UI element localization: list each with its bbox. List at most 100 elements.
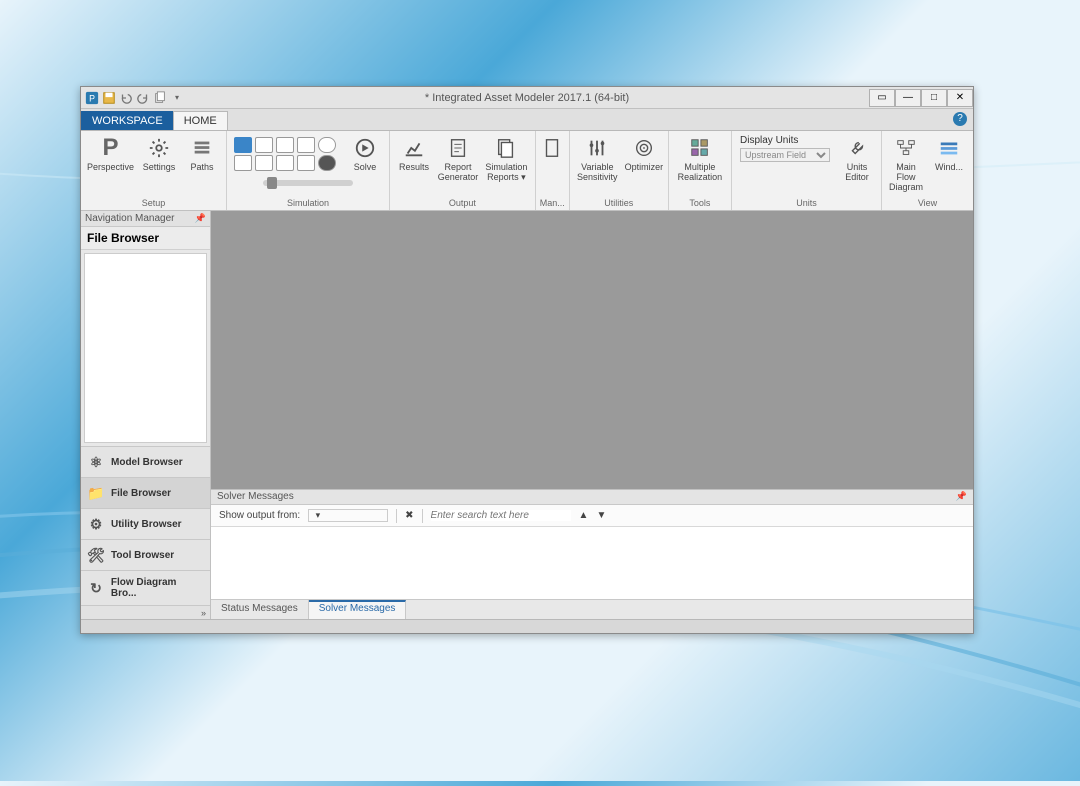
results-label: Results: [399, 163, 429, 173]
file-tree[interactable]: [84, 253, 207, 443]
nav-title: File Browser: [81, 227, 210, 250]
gear-icon: [146, 135, 172, 161]
wind-button[interactable]: Wind...: [929, 133, 969, 175]
output-dropdown[interactable]: ▾: [308, 509, 388, 522]
nav-item-utility-browser[interactable]: ⚙ Utility Browser: [81, 508, 210, 539]
qat-redo-icon[interactable]: [136, 91, 150, 105]
report-gen-label: Report Generator: [438, 163, 479, 183]
settings-label: Settings: [143, 163, 176, 173]
man-button[interactable]: [537, 133, 567, 163]
nav-item-flow-diagram-browser[interactable]: ↻ Flow Diagram Bro...: [81, 570, 210, 605]
qat-save-icon[interactable]: [102, 91, 116, 105]
solver-toolbar: Show output from: ▾ ✖ ▲ ▼: [211, 505, 973, 527]
tab-home[interactable]: HOME: [173, 111, 228, 130]
tools-icon: 🛠: [87, 546, 105, 564]
wind-label: Wind...: [935, 163, 963, 173]
nav-item-label: Utility Browser: [111, 519, 182, 530]
group-label-simulation: Simulation: [287, 197, 329, 210]
windows-icon: [936, 135, 962, 161]
maximize-button[interactable]: □: [921, 89, 947, 107]
units-dropdown[interactable]: Upstream Field: [740, 148, 830, 162]
multiple-realization-button[interactable]: Multiple Realization: [673, 133, 727, 185]
help-icon[interactable]: ?: [953, 112, 967, 126]
nav-accordion: ⚛ Model Browser 📁 File Browser ⚙ Utility…: [81, 446, 210, 605]
sim-slider[interactable]: [258, 178, 358, 186]
search-prev-icon[interactable]: ▲: [579, 510, 589, 521]
optimizer-label: Optimizer: [625, 163, 664, 173]
nav-item-tool-browser[interactable]: 🛠 Tool Browser: [81, 539, 210, 570]
group-label-utilities: Utilities: [604, 197, 633, 210]
group-label-view: View: [918, 197, 937, 210]
chevron-right-icon[interactable]: »: [201, 608, 206, 618]
minimize-button[interactable]: —: [895, 89, 921, 107]
var-sens-label: Variable Sensitivity: [576, 163, 619, 183]
ribbon-group-units: Display Units Upstream Field Units Edito…: [732, 131, 882, 210]
app-window: P ▾ * Integrated Asset Modeler 2017.1 (6…: [80, 86, 974, 634]
tab-workspace[interactable]: WORKSPACE: [81, 111, 174, 130]
sim-reports-icon: [493, 135, 519, 161]
pin-icon[interactable]: 📌: [195, 213, 206, 224]
simulation-reports-button[interactable]: Simulation Reports ▾: [482, 133, 531, 185]
paths-label: Paths: [191, 163, 214, 173]
group-label-units: Units: [796, 197, 817, 210]
main-flow-label: Main Flow Diagram: [888, 163, 924, 193]
document-icon: [539, 135, 565, 161]
paths-icon: [189, 135, 215, 161]
pin-icon[interactable]: 📌: [956, 491, 967, 503]
search-next-icon[interactable]: ▼: [596, 510, 606, 521]
quick-access-toolbar: P ▾: [81, 91, 188, 105]
overflow-button[interactable]: ▭: [869, 89, 895, 107]
sim-reports-label: Simulation Reports ▾: [484, 163, 529, 183]
nav-item-file-browser[interactable]: 📁 File Browser: [81, 477, 210, 508]
nav-item-label: File Browser: [111, 488, 171, 499]
sim-config-grid[interactable]: [231, 134, 339, 174]
nav-item-label: Flow Diagram Bro...: [111, 577, 204, 599]
group-label-setup: Setup: [142, 197, 166, 210]
tab-solver-messages[interactable]: Solver Messages: [309, 600, 407, 619]
solve-label: Solve: [354, 163, 377, 173]
window-title: * Integrated Asset Modeler 2017.1 (64-bi…: [81, 92, 973, 104]
clear-icon[interactable]: ✖: [405, 510, 413, 521]
solver-panel-header: Solver Messages 📌: [211, 489, 973, 505]
variable-sensitivity-button[interactable]: Variable Sensitivity: [574, 133, 621, 185]
tab-status-messages[interactable]: Status Messages: [211, 600, 309, 619]
ribbon-group-output: Results Report Generator Simulation Repo…: [390, 131, 536, 210]
sliders-icon: [584, 135, 610, 161]
nav-item-model-browser[interactable]: ⚛ Model Browser: [81, 446, 210, 477]
group-label-output: Output: [449, 197, 476, 210]
target-icon: [631, 135, 657, 161]
units-editor-button[interactable]: Units Editor: [837, 133, 877, 185]
nav-header: Navigation Manager 📌: [81, 211, 210, 227]
ribbon-group-utilities: Variable Sensitivity Optimizer Utilities: [570, 131, 669, 210]
show-output-label: Show output from:: [219, 510, 300, 521]
solver-panel-title: Solver Messages: [217, 491, 294, 503]
solve-button[interactable]: Solve: [345, 133, 385, 175]
nav-header-label: Navigation Manager: [85, 213, 175, 224]
qat-undo-icon[interactable]: [119, 91, 133, 105]
messages-footer-tabs: Status Messages Solver Messages: [211, 599, 973, 619]
perspective-label: Perspective: [87, 163, 134, 173]
group-label-man: Man...: [540, 197, 565, 210]
ribbon-group-tools: Multiple Realization Tools: [669, 131, 732, 210]
optimizer-button[interactable]: Optimizer: [624, 133, 664, 175]
search-input[interactable]: [431, 510, 571, 521]
wrench-icon: [844, 135, 870, 161]
qat-dropdown-icon[interactable]: ▾: [170, 91, 184, 105]
titlebar: P ▾ * Integrated Asset Modeler 2017.1 (6…: [81, 87, 973, 109]
navigation-panel: Navigation Manager 📌 File Browser ⚛ Mode…: [81, 211, 211, 619]
qat-copy-icon[interactable]: [153, 91, 167, 105]
paths-button[interactable]: Paths: [182, 133, 222, 175]
solver-output-area[interactable]: [211, 527, 973, 599]
cogs-icon: ⚙: [87, 515, 105, 533]
display-units-box: Display Units Upstream Field: [736, 133, 834, 164]
settings-button[interactable]: Settings: [139, 133, 179, 175]
perspective-button[interactable]: P Perspective: [85, 133, 136, 175]
close-button[interactable]: ✕: [947, 89, 973, 107]
window-controls: ▭ — □ ✕: [869, 89, 973, 107]
workspace-canvas[interactable]: [211, 211, 973, 489]
report-generator-button[interactable]: Report Generator: [437, 133, 479, 185]
ribbon-group-view: Main Flow Diagram Wind... View: [882, 131, 973, 210]
main-flow-diagram-button[interactable]: Main Flow Diagram: [886, 133, 926, 195]
results-button[interactable]: Results: [394, 133, 434, 175]
chart-icon: [401, 135, 427, 161]
